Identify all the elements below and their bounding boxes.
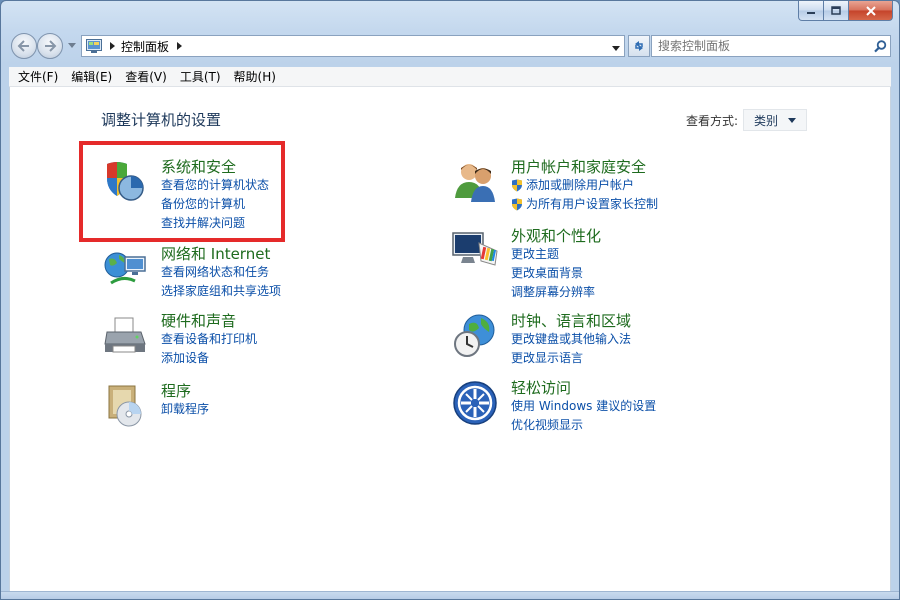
chevron-down-icon	[68, 43, 76, 48]
menu-file[interactable]: 文件(F)	[13, 67, 63, 87]
category-text: 用户帐户和家庭安全 添加或删除用户帐户 为所有用户设置家长控制	[511, 158, 791, 214]
link-label: 为所有用户设置家长控制	[526, 197, 659, 211]
category-title[interactable]: 轻松访问	[511, 379, 791, 397]
caption-buttons	[798, 1, 893, 21]
link-optimize-display[interactable]: 优化视频显示	[511, 416, 791, 435]
chevron-down-icon	[788, 117, 797, 123]
refresh-icon	[635, 41, 643, 51]
breadcrumb-separator[interactable]	[110, 42, 115, 50]
category-title[interactable]: 程序	[161, 382, 441, 400]
back-button[interactable]	[11, 33, 37, 59]
window-bottom-border	[1, 591, 899, 599]
uac-shield-icon	[512, 198, 522, 211]
refresh-button[interactable]	[628, 35, 650, 57]
chevron-right-icon	[177, 42, 183, 50]
search-box[interactable]	[651, 35, 891, 57]
link-network-status[interactable]: 查看网络状态和任务	[161, 263, 441, 282]
view-by-label: 查看方式:	[686, 113, 739, 128]
link-troubleshoot[interactable]: 查找并解决问题	[161, 214, 441, 233]
link-label: 添加或删除用户帐户	[526, 178, 635, 192]
link-add-device[interactable]: 添加设备	[161, 349, 441, 368]
link-windows-suggested-settings[interactable]: 使用 Windows 建议的设置	[511, 397, 791, 416]
menu-bar: 文件(F) 编辑(E) 查看(V) 工具(T) 帮助(H)	[9, 67, 891, 87]
control-panel-icon	[86, 39, 102, 53]
link-change-background[interactable]: 更改桌面背景	[511, 264, 791, 283]
recent-pages-button[interactable]	[66, 40, 78, 52]
category-text: 外观和个性化 更改主题 更改桌面背景 调整屏幕分辨率	[511, 227, 791, 302]
network-globe-icon	[104, 252, 146, 285]
link-homegroup[interactable]: 选择家庭组和共享选项	[161, 282, 441, 301]
printer-icon	[104, 317, 146, 353]
category-text: 轻松访问 使用 Windows 建议的设置 优化视频显示	[511, 379, 791, 435]
category-title[interactable]: 硬件和声音	[161, 312, 441, 330]
chevron-down-icon	[612, 46, 620, 51]
address-bar[interactable]: 控制面板	[81, 35, 625, 57]
uac-shield-icon	[512, 179, 522, 192]
breadcrumb-control-panel[interactable]: 控制面板	[121, 38, 169, 55]
menu-view[interactable]: 查看(V)	[120, 67, 172, 87]
category-title[interactable]: 外观和个性化	[511, 227, 791, 245]
link-screen-resolution[interactable]: 调整屏幕分辨率	[511, 283, 791, 302]
minimize-icon	[807, 11, 815, 14]
category-text: 系统和安全 查看您的计算机状态 备份您的计算机 查找并解决问题	[161, 158, 441, 233]
monitor-palette-icon	[452, 232, 498, 266]
breadcrumb-separator[interactable]	[177, 42, 183, 50]
close-button[interactable]	[849, 1, 893, 21]
clock-globe-icon	[454, 314, 495, 357]
category-title[interactable]: 用户帐户和家庭安全	[511, 158, 791, 176]
link-backup-computer[interactable]: 备份您的计算机	[161, 195, 441, 214]
content-area: 调整计算机的设置 查看方式: 类别 系统和安全 查看您的计算机状态 备份您的计算…	[9, 87, 891, 599]
link-add-remove-accounts[interactable]: 添加或删除用户帐户	[511, 176, 791, 195]
link-uninstall-program[interactable]: 卸载程序	[161, 400, 441, 419]
chevron-right-icon	[110, 42, 115, 50]
link-view-computer-status[interactable]: 查看您的计算机状态	[161, 176, 441, 195]
link-change-keyboard[interactable]: 更改键盘或其他输入法	[511, 330, 791, 349]
search-input[interactable]	[658, 39, 870, 53]
menu-edit[interactable]: 编辑(E)	[66, 67, 117, 87]
view-by: 查看方式: 类别	[686, 109, 808, 131]
search-icon	[873, 39, 886, 52]
navigation-bar: 控制面板	[9, 32, 891, 60]
menu-tools[interactable]: 工具(T)	[175, 67, 226, 87]
maximize-button[interactable]	[824, 1, 849, 21]
control-panel-window: 控制面板 搜索控制面板 文件(F) 编辑(E) 查看(V) 工具(T) 帮助(H…	[0, 0, 900, 600]
programs-disc-icon	[108, 385, 142, 427]
page-title: 调整计算机的设置	[101, 111, 222, 129]
category-title[interactable]: 时钟、语言和区域	[511, 312, 791, 330]
address-dropdown-button[interactable]	[612, 41, 620, 55]
category-title[interactable]: 网络和 Internet	[161, 245, 441, 263]
forward-arrow-icon	[45, 40, 57, 52]
view-by-value: 类别	[754, 113, 779, 128]
category-text: 网络和 Internet 查看网络状态和任务 选择家庭组和共享选项	[161, 245, 441, 301]
maximize-icon	[831, 5, 841, 15]
category-title[interactable]: 系统和安全	[161, 158, 441, 176]
menu-help[interactable]: 帮助(H)	[229, 67, 281, 87]
back-arrow-icon	[17, 40, 29, 52]
link-change-display-language[interactable]: 更改显示语言	[511, 349, 791, 368]
forward-button[interactable]	[37, 33, 63, 59]
users-icon	[455, 164, 495, 202]
category-text: 程序 卸载程序	[161, 382, 441, 419]
view-by-dropdown[interactable]: 类别	[743, 109, 808, 131]
link-change-theme[interactable]: 更改主题	[511, 245, 791, 264]
ease-of-access-icon	[453, 381, 497, 425]
link-devices-printers[interactable]: 查看设备和打印机	[161, 330, 441, 349]
link-parental-controls[interactable]: 为所有用户设置家长控制	[511, 195, 791, 214]
category-text: 硬件和声音 查看设备和打印机 添加设备	[161, 312, 441, 368]
close-icon	[865, 5, 876, 16]
category-text: 时钟、语言和区域 更改键盘或其他输入法 更改显示语言	[511, 312, 791, 368]
shield-computer-icon	[107, 162, 144, 201]
minimize-button[interactable]	[798, 1, 824, 21]
search-button[interactable]	[870, 36, 890, 56]
